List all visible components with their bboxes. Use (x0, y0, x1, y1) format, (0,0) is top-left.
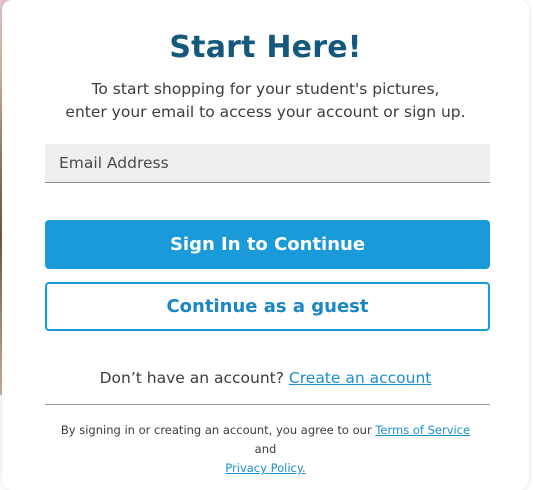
signup-prompt: Don’t have an account? Create an account (2, 369, 529, 387)
dialog-subtitle: To start shopping for your student's pic… (42, 78, 489, 124)
legal-prefix: By signing in or creating an account, yo… (60, 423, 372, 437)
dialog-title: Start Here! (169, 30, 362, 65)
divider (45, 404, 490, 405)
create-account-link[interactable]: Create an account (289, 369, 431, 387)
subtitle-line-2: enter your email to access your account … (65, 103, 466, 121)
email-input[interactable] (45, 144, 490, 183)
legal-notice: By signing in or creating an account, yo… (52, 421, 479, 478)
continue-as-guest-button[interactable]: Continue as a guest (45, 282, 490, 331)
signup-prompt-text: Don’t have an account? (99, 369, 284, 387)
privacy-policy-link[interactable]: Privacy Policy. (225, 461, 305, 475)
start-here-dialog: Start Here! To start shopping for your s… (2, 0, 529, 490)
subtitle-line-1: To start shopping for your student's pic… (91, 80, 440, 98)
legal-and: and (254, 442, 277, 456)
sign-in-button[interactable]: Sign In to Continue (45, 220, 490, 269)
terms-of-service-link[interactable]: Terms of Service (375, 423, 470, 437)
